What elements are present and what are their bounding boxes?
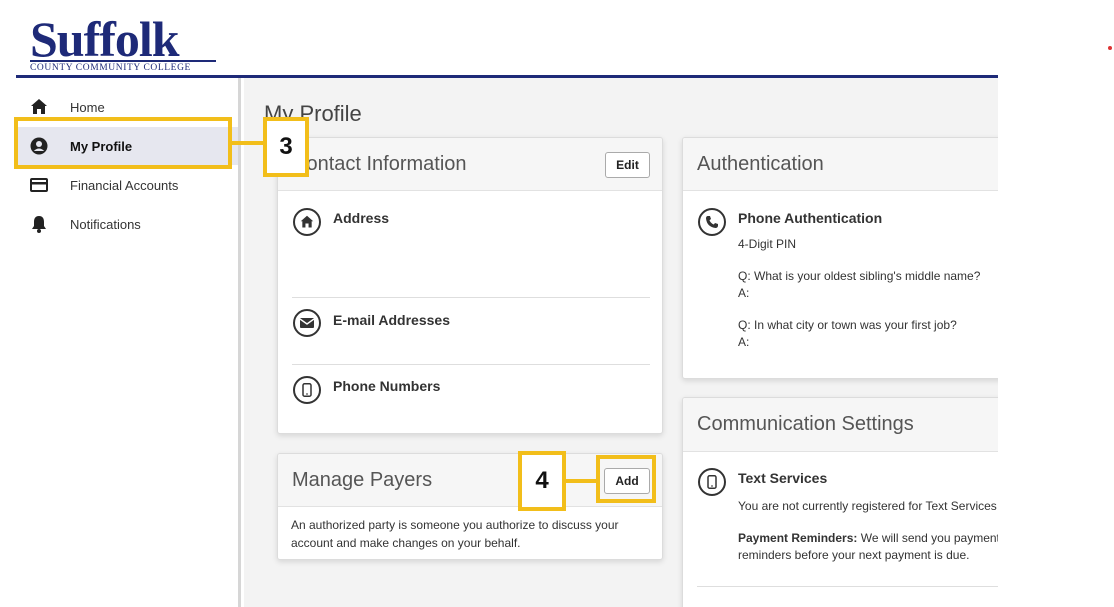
college-logo[interactable]: Suffolk COUNTY COMMUNITY COLLEGE	[30, 11, 220, 73]
authentication-card: Authentication Phone Authentication 4-Di…	[682, 137, 1012, 379]
callout-highlight-add-button	[596, 455, 656, 503]
card-header: Communication Settings	[683, 398, 1011, 452]
red-dot	[1108, 46, 1112, 50]
mobile-phone-icon	[698, 468, 726, 496]
payment-reminders-text1: We will send you payment	[857, 531, 1000, 545]
card-header: Authentication	[683, 138, 1011, 191]
card-title: Authentication	[697, 153, 824, 175]
security-answer-2: A:	[738, 335, 750, 349]
payers-description-line1: An authorized party is someone you autho…	[291, 518, 619, 532]
divider	[292, 364, 650, 365]
logo-subtitle: COUNTY COMMUNITY COLLEGE	[30, 60, 216, 73]
phone-icon	[698, 208, 726, 236]
callout-badge-4: 4	[518, 451, 566, 511]
security-question-1: Q: What is your oldest sibling's middle …	[738, 269, 981, 283]
payers-description-line2: account and make changes on your behalf.	[291, 536, 521, 550]
card-title: Contact Information	[292, 153, 467, 175]
payment-reminders-heading: Payment Reminders:	[738, 531, 858, 545]
bell-icon	[30, 215, 48, 233]
callout-connector	[232, 141, 264, 145]
sidebar-item-financial-accounts[interactable]: Financial Accounts	[16, 166, 238, 204]
payment-reminders-line2: reminders before your next payment is du…	[738, 548, 970, 562]
callout-connector	[566, 479, 597, 483]
sidebar-item-label: Notifications	[70, 216, 141, 232]
logo-wordmark: Suffolk	[30, 11, 180, 67]
phone-authentication-label: Phone Authentication	[738, 210, 883, 226]
home-icon	[30, 98, 48, 116]
sidebar-item-notifications[interactable]: Notifications	[16, 205, 238, 243]
address-label: Address	[333, 210, 390, 226]
communication-settings-card: Communication Settings Text Services You…	[682, 397, 1012, 607]
pin-label: 4-Digit PIN	[738, 237, 797, 251]
mobile-phone-icon	[293, 376, 321, 404]
right-margin	[998, 78, 1114, 607]
sidebar-item-label: Home	[70, 99, 105, 115]
security-question-2: Q: In what city or town was your first j…	[738, 318, 957, 332]
home-icon	[293, 208, 321, 236]
callout-badge-3: 3	[263, 117, 309, 177]
callout-highlight-my-profile	[14, 117, 232, 169]
credit-card-icon	[30, 176, 48, 194]
envelope-icon	[293, 309, 321, 337]
divider	[697, 586, 1011, 587]
security-answer-1: A:	[738, 286, 750, 300]
text-services-label: Text Services	[738, 470, 828, 486]
sidebar-item-label: Financial Accounts	[70, 177, 179, 193]
card-title: Manage Payers	[292, 469, 433, 491]
email-addresses-label: E-mail Addresses	[333, 312, 450, 328]
divider	[292, 297, 650, 298]
card-title: Communication Settings	[697, 413, 914, 435]
contact-information-card: Contact Information Edit Address E-mail …	[277, 137, 663, 434]
card-header: Contact Information Edit	[278, 138, 662, 191]
text-services-status: You are not currently registered for Tex…	[738, 499, 997, 513]
phone-numbers-label: Phone Numbers	[333, 378, 441, 394]
edit-button[interactable]: Edit	[605, 152, 650, 178]
payment-reminders-line1: Payment Reminders: We will send you paym…	[738, 531, 1000, 545]
